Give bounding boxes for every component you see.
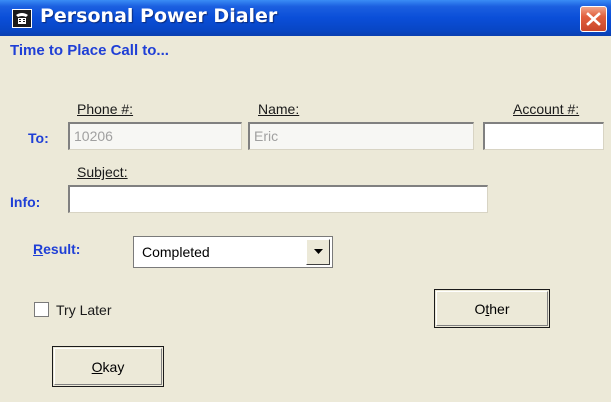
subject-field[interactable] — [68, 185, 488, 213]
chevron-down-icon — [314, 249, 323, 254]
result-dropdown[interactable]: Completed — [133, 236, 333, 268]
close-button[interactable] — [580, 6, 607, 32]
other-button-label-post: her — [489, 301, 510, 317]
okay-button-mnemonic: O — [91, 359, 103, 375]
result-selected-value: Completed — [142, 244, 210, 260]
close-icon — [586, 12, 601, 26]
other-button-label: Other — [435, 301, 549, 317]
account-field[interactable] — [483, 122, 604, 150]
other-button[interactable]: Other — [434, 289, 550, 328]
power-dialer-window: Personal Power Dialer Time to Place Call… — [0, 0, 611, 402]
phone-label: Phone #: — [77, 101, 134, 117]
title-bar[interactable]: Personal Power Dialer — [0, 0, 611, 36]
result-label-mnemonic: R — [33, 241, 44, 257]
other-button-label-pre: O — [474, 301, 486, 317]
dialog-heading: Time to Place Call to... — [10, 42, 169, 59]
name-label: Name: — [258, 101, 300, 117]
name-field[interactable]: Eric — [248, 122, 474, 150]
to-label: To: — [28, 130, 49, 146]
okay-button-label: Okay — [53, 359, 163, 375]
result-label: Result: — [33, 241, 80, 257]
result-label-rest: esult: — [43, 241, 81, 257]
info-label: Info: — [10, 194, 41, 210]
try-later-checkbox[interactable] — [34, 302, 49, 317]
dropdown-button[interactable] — [306, 239, 330, 265]
okay-button-label-rest: kay — [102, 359, 125, 375]
try-later-label[interactable]: Try Later — [56, 302, 112, 318]
phone-field[interactable]: 10206 — [68, 122, 242, 150]
window-title: Personal Power Dialer — [40, 5, 278, 27]
account-label: Account #: — [513, 101, 580, 117]
phone-icon — [12, 9, 32, 28]
subject-label: Subject: — [77, 164, 128, 180]
okay-button[interactable]: Okay — [52, 346, 164, 387]
